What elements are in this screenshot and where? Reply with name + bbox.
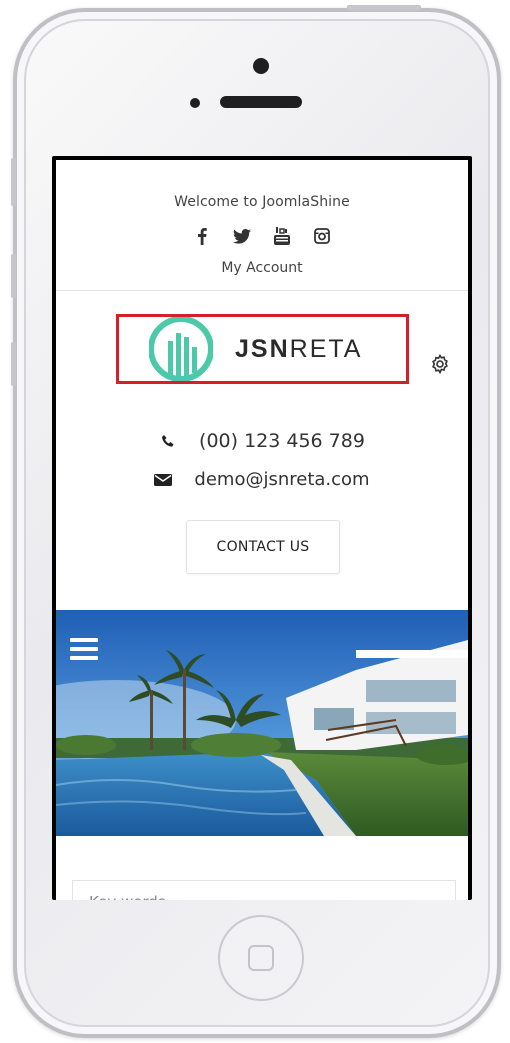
front-camera [253,58,269,74]
envelope-icon [154,472,173,488]
phone-contact: (00) 123 456 789 [56,430,468,452]
volume-down-button [11,342,16,386]
phone-number[interactable]: (00) 123 456 789 [199,430,365,452]
logo-wordmark: JSNRETA [235,335,362,364]
earpiece-speaker [220,96,302,108]
my-account-link[interactable]: My Account [56,260,468,276]
volume-up-button [11,254,16,298]
social-links [56,226,468,246]
proximity-sensor [190,98,200,108]
top-bar: Welcome to JoomlaShine My Account [56,160,468,291]
home-square-icon [248,945,274,971]
jsnreta-logo-icon [149,317,213,381]
mute-switch [11,158,16,206]
web-page: Welcome to JoomlaShine My Account JSNRET… [56,160,468,900]
menu-hamburger-icon[interactable] [70,638,98,662]
email-contact: demo@jsnreta.com [56,469,468,490]
logo-text-light: RETA [289,334,363,363]
instagram-icon[interactable] [312,226,332,246]
facebook-icon[interactable] [192,226,212,246]
youtube-icon[interactable] [272,226,292,246]
logo-text-bold: JSN [235,334,290,363]
site-logo-highlighted[interactable]: JSNRETA [116,314,409,384]
email-address[interactable]: demo@jsnreta.com [194,469,369,490]
phone-icon [159,433,177,449]
welcome-text: Welcome to JoomlaShine [174,194,350,210]
phone-screen: Welcome to JoomlaShine My Account JSNRET… [52,156,472,900]
power-button [347,5,421,10]
hero-image [56,610,468,836]
villa-pool-photo [56,610,468,836]
contact-us-button[interactable]: CONTACT US [186,520,340,574]
twitter-icon[interactable] [232,226,252,246]
gear-icon[interactable] [430,353,450,375]
keyword-search-input[interactable]: Key words [72,880,456,900]
home-button[interactable] [218,915,304,1001]
